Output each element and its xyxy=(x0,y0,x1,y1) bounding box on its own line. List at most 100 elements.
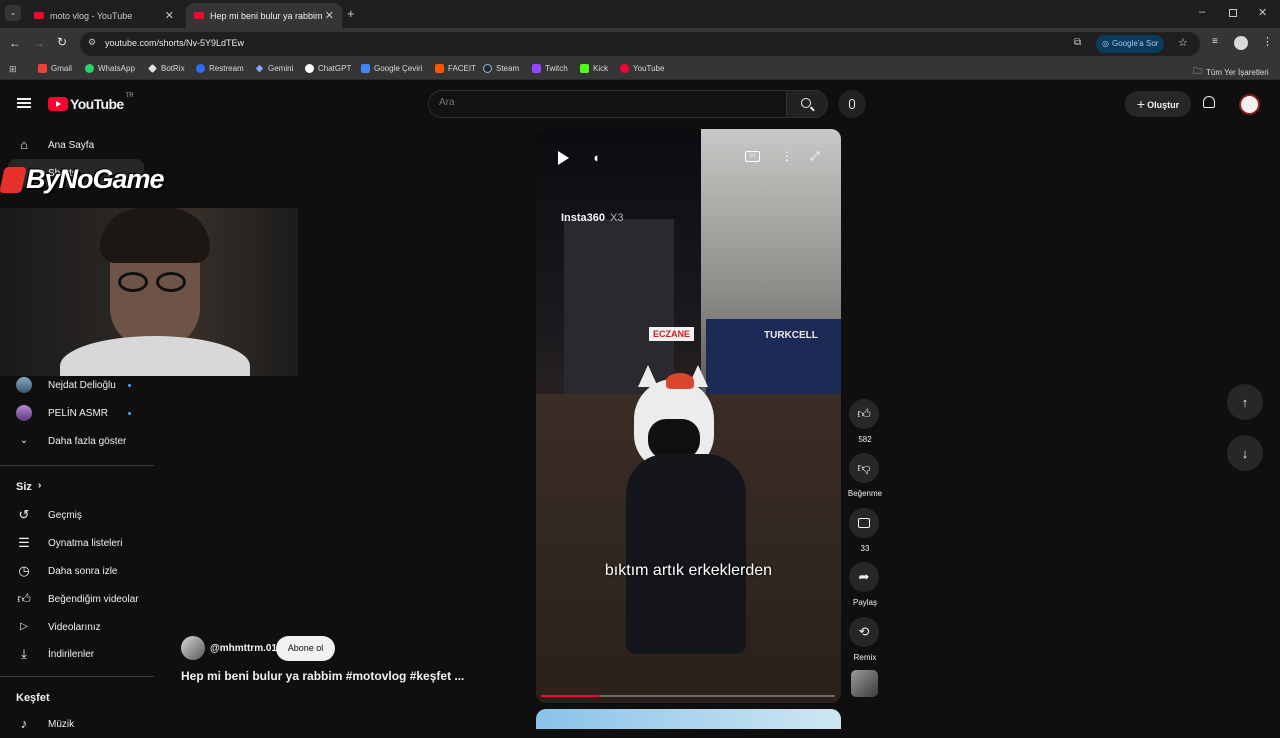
bookmark-gemini[interactable]: Gemini xyxy=(255,64,293,73)
bookmark-botrix[interactable]: BotRix xyxy=(148,64,185,73)
subscription-name: PELİN ASMR xyxy=(48,407,109,419)
share-icon: ➦ xyxy=(858,569,870,584)
plus-icon: + xyxy=(1136,96,1146,112)
reload-icon[interactable]: ↻ xyxy=(57,35,67,49)
menu-kebab-icon[interactable]: ⋮ xyxy=(1262,35,1273,48)
subscription-item[interactable]: PELİN ASMR xyxy=(0,399,150,427)
sidebar-item-liked-videos[interactable]: 👍︎ Beğendiğim videolar xyxy=(0,585,150,613)
fullscreen-icon[interactable]: ⤢ xyxy=(810,149,820,164)
region-code: TR xyxy=(125,93,134,99)
apps-grid-icon[interactable]: ⊞ xyxy=(9,64,17,75)
webcam-person-hair xyxy=(100,208,210,263)
bookmark-chatgpt[interactable]: ChatGPT xyxy=(305,64,351,73)
google-ask-button[interactable]: ◎ Google'a Sor xyxy=(1096,35,1165,53)
site-info-icon[interactable]: ⚙ xyxy=(88,37,96,48)
bookmark-star-icon[interactable]: ☆ xyxy=(1178,36,1188,49)
channel-avatar[interactable] xyxy=(181,636,205,660)
short-title[interactable]: Hep mi beni bulur ya rabbim #motovlog #k… xyxy=(181,669,464,683)
comments-button[interactable] xyxy=(849,508,879,538)
notifications-bell-icon[interactable] xyxy=(1203,96,1215,108)
bookmark-google-translate[interactable]: Google Çeviri xyxy=(361,64,422,73)
new-tab-icon[interactable]: + xyxy=(347,6,355,21)
show-more-button[interactable]: ⌄ Daha fazla göster xyxy=(0,427,150,455)
like-button[interactable]: 👍︎ xyxy=(849,399,879,429)
volume-icon[interactable]: ◖ xyxy=(592,150,600,165)
youtube-logo[interactable]: YouTube TR xyxy=(48,93,134,112)
bookmark-restream[interactable]: Restream xyxy=(196,64,244,73)
bookmark-faceit[interactable]: FACEIT xyxy=(435,64,476,73)
close-tab-icon[interactable]: ✕ xyxy=(325,9,334,22)
sidebar-item-history[interactable]: ↺ Geçmiş xyxy=(0,501,150,529)
sidebar-item-home[interactable]: ⌂ Ana Sayfa xyxy=(0,131,150,159)
sound-thumbnail[interactable] xyxy=(851,670,878,697)
account-avatar[interactable] xyxy=(1239,94,1260,115)
subscription-item[interactable]: Nejdat Delioğlu xyxy=(0,371,150,399)
close-tab-icon[interactable]: ✕ xyxy=(165,9,174,22)
maximize-icon[interactable] xyxy=(1229,9,1237,17)
forward-icon[interactable]: → xyxy=(33,36,45,50)
tab-search-button[interactable]: ⌄ xyxy=(5,5,21,21)
sidebar-item-watch-later[interactable]: ◷ Daha sonra izle xyxy=(0,557,150,585)
sidebar-item-label: Oynatma listeleri xyxy=(48,537,123,549)
video-caption: bıktım artık erkeklerden xyxy=(604,562,773,579)
channel-avatar xyxy=(16,377,32,393)
minimize-icon[interactable]: – xyxy=(1199,6,1205,18)
create-button[interactable]: + Oluştur xyxy=(1125,91,1191,117)
bookmark-youtube[interactable]: YouTube xyxy=(620,64,664,73)
sidebar-item-your-videos[interactable]: ▷ Videolarınız xyxy=(0,613,150,641)
download-icon: ⤓ xyxy=(21,646,27,661)
thumbs-up-icon: 👍︎ xyxy=(857,406,871,421)
dislike-button[interactable]: 👎︎ xyxy=(849,453,879,483)
sidebar-item-label: Beğendiğim videolar xyxy=(48,593,139,605)
bynogame-logo: ByNoGame xyxy=(0,164,165,195)
next-short-button[interactable]: ↓ xyxy=(1227,435,1263,471)
previous-short-button[interactable]: ↑ xyxy=(1227,384,1263,420)
sidebar-item-label: Ana Sayfa xyxy=(48,139,95,151)
subscribe-button[interactable]: Abone ol xyxy=(276,636,335,661)
remix-label: Remix xyxy=(853,653,877,662)
back-icon[interactable]: ← xyxy=(9,36,21,50)
show-more-label: Daha fazla göster xyxy=(48,435,127,447)
remix-button[interactable]: ⟲ xyxy=(849,617,879,647)
bookmark-gmail[interactable]: Gmail xyxy=(38,64,72,73)
channel-handle[interactable]: @mhmttrm.01 xyxy=(210,643,277,654)
next-short-preview[interactable] xyxy=(536,709,841,729)
all-bookmarks-folder[interactable]: 🗀 Tüm Yer İşaretleri xyxy=(1193,64,1269,80)
youtube-page: YouTube TR +Oluştur ⌂ Ana Sayfa Shorts B… xyxy=(0,80,1280,731)
voice-search-button[interactable] xyxy=(838,90,866,118)
closed-captions-icon[interactable]: cc xyxy=(745,151,760,162)
search-box[interactable] xyxy=(428,90,786,118)
sidebar-item-downloads[interactable]: ⤓ İndirilenler xyxy=(0,640,150,668)
insta360-watermark: Insta360 X3 xyxy=(561,212,624,224)
progress-track[interactable] xyxy=(541,695,835,697)
sidebar-item-music[interactable]: ♪ Müzik xyxy=(0,710,150,738)
rider-body xyxy=(626,454,746,654)
tab-title: moto vlog - YouTube xyxy=(50,10,133,21)
create-label: Oluştur xyxy=(1147,100,1180,110)
sidebar-item-playlists[interactable]: ☰ Oynatma listeleri xyxy=(0,529,150,557)
bookmark-steam[interactable]: Steam xyxy=(483,64,519,73)
play-pause-icon[interactable] xyxy=(558,151,569,165)
bynogame-mark-icon xyxy=(0,167,27,193)
reading-list-icon[interactable]: ≡ xyxy=(1212,36,1218,47)
share-button[interactable]: ➦ xyxy=(849,562,879,592)
browser-tab-active[interactable]: Hep mi beni bulur ya rabbim #m ✕ xyxy=(186,3,342,28)
bookmark-twitch[interactable]: Twitch xyxy=(532,64,568,73)
more-options-icon[interactable]: ⋮ xyxy=(781,149,793,163)
hamburger-menu-icon[interactable] xyxy=(17,98,31,108)
search-input[interactable] xyxy=(439,97,769,108)
your-videos-icon: ▷ xyxy=(20,621,28,632)
search-button[interactable] xyxy=(786,90,828,118)
bookmark-whatsapp[interactable]: WhatsApp xyxy=(85,64,135,73)
youtube-favicon-icon xyxy=(194,12,204,19)
profile-icon[interactable] xyxy=(1234,36,1248,50)
address-bar[interactable]: ⚙ youtube.com/shorts/Nv-5Y9LdTEw ⧉ ◎ Goog… xyxy=(80,32,1200,56)
shorts-video-player[interactable]: ECZANE TURKCELL ◖ cc ⋮ ⤢ Insta360 X3 bık… xyxy=(536,129,841,703)
you-section-heading[interactable]: Siz › xyxy=(0,473,150,501)
bookmark-kick[interactable]: Kick xyxy=(580,64,608,73)
install-app-icon[interactable]: ⧉ xyxy=(1074,37,1081,48)
channel-avatar xyxy=(16,405,32,421)
browser-tab-moto-vlog[interactable]: moto vlog - YouTube ✕ xyxy=(26,3,182,28)
thumbs-down-icon: 👎︎ xyxy=(857,460,871,475)
window-close-icon[interactable]: ✕ xyxy=(1258,6,1267,19)
